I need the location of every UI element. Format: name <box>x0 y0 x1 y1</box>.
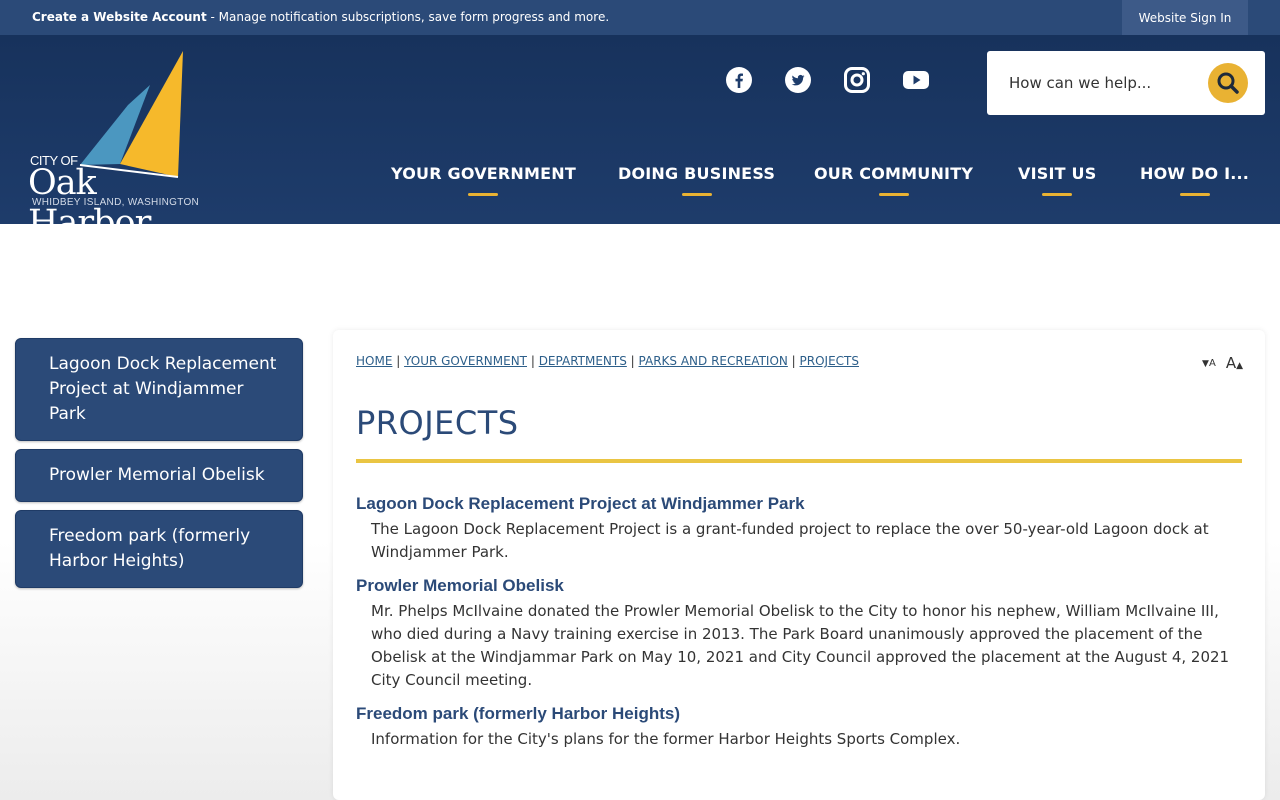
nav-our-community[interactable]: OUR COMMUNITY <box>814 164 974 196</box>
instagram-icon[interactable] <box>844 67 870 93</box>
nav-label: YOUR GOVERNMENT <box>391 164 576 183</box>
main-navigation: YOUR GOVERNMENT DOING BUSINESS OUR COMMU… <box>0 164 1280 204</box>
nav-underline <box>1042 193 1073 196</box>
main-content: HOME | YOUR GOVERNMENT | DEPARTMENTS | P… <box>333 330 1265 800</box>
side-navigation: Lagoon Dock Replacement Project at Windj… <box>15 338 303 596</box>
breadcrumb-projects[interactable]: PROJECTS <box>800 354 859 368</box>
nav-visit-us[interactable]: VISIT US <box>1018 164 1097 196</box>
increase-font-label: A <box>1225 354 1237 372</box>
font-size-controls: ▼A A▲ <box>1202 354 1243 372</box>
account-description: - Manage notification subscriptions, sav… <box>206 10 610 24</box>
breadcrumb-separator: | <box>787 354 800 368</box>
nav-doing-business[interactable]: DOING BUSINESS <box>618 164 776 196</box>
breadcrumb: HOME | YOUR GOVERNMENT | DEPARTMENTS | P… <box>356 354 859 368</box>
create-account-link[interactable]: Create a Website Account <box>32 10 207 24</box>
nav-underline <box>1179 193 1210 196</box>
sidebar-item-prowler-obelisk[interactable]: Prowler Memorial Obelisk <box>15 449 303 502</box>
account-message: Create a Website Account - Manage notifi… <box>32 10 609 24</box>
breadcrumb-departments[interactable]: DEPARTMENTS <box>539 354 627 368</box>
social-links <box>726 67 929 93</box>
project-list: Lagoon Dock Replacement Project at Windj… <box>356 494 1236 763</box>
project-title-link[interactable]: Prowler Memorial Obelisk <box>356 576 564 596</box>
site-header: CITY OF Oak Harbor WHIDBEY ISLAND, WASHI… <box>0 35 1280 243</box>
list-item: Lagoon Dock Replacement Project at Windj… <box>356 494 1236 564</box>
sidebar-item-freedom-park[interactable]: Freedom park (formerly Harbor Heights) <box>15 510 303 588</box>
facebook-icon[interactable] <box>726 67 752 93</box>
breadcrumb-parks-recreation[interactable]: PARKS AND RECREATION <box>639 354 788 368</box>
caret-down-icon: ▼ <box>1202 359 1209 369</box>
nav-label: VISIT US <box>1018 164 1097 183</box>
search-button[interactable] <box>1208 63 1248 103</box>
twitter-icon[interactable] <box>785 67 811 93</box>
caret-up-icon: ▲ <box>1236 361 1243 371</box>
search-input[interactable] <box>1007 73 1191 93</box>
project-title-link[interactable]: Freedom park (formerly Harbor Heights) <box>356 704 680 724</box>
decrease-font-label: A <box>1208 358 1216 369</box>
list-item: Prowler Memorial Obelisk Mr. Phelps McIl… <box>356 576 1236 692</box>
breadcrumb-home[interactable]: HOME <box>356 354 392 368</box>
nav-underline <box>681 193 712 196</box>
breadcrumb-separator: | <box>527 354 539 368</box>
breadcrumb-separator: | <box>626 354 639 368</box>
nav-label: DOING BUSINESS <box>618 164 776 183</box>
page-title: PROJECTS <box>356 404 519 442</box>
project-description: The Lagoon Dock Replacement Project is a… <box>371 520 1209 561</box>
sidebar-item-lagoon-dock[interactable]: Lagoon Dock Replacement Project at Windj… <box>15 338 303 441</box>
project-description: Information for the City's plans for the… <box>371 730 961 748</box>
search-icon <box>1217 72 1239 94</box>
title-divider <box>356 459 1242 463</box>
nav-label: OUR COMMUNITY <box>814 164 974 183</box>
decrease-font-button[interactable]: ▼A <box>1202 354 1216 372</box>
project-title-link[interactable]: Lagoon Dock Replacement Project at Windj… <box>356 494 805 514</box>
nav-underline <box>468 193 499 196</box>
breadcrumb-separator: | <box>392 354 405 368</box>
top-notice-bar: Create a Website Account - Manage notifi… <box>0 0 1280 35</box>
website-sign-in-button[interactable]: Website Sign In <box>1122 0 1248 35</box>
increase-font-button[interactable]: A▲ <box>1226 354 1243 372</box>
nav-your-government[interactable]: YOUR GOVERNMENT <box>391 164 576 196</box>
site-search <box>987 51 1265 115</box>
nav-label: HOW DO I... <box>1140 164 1250 183</box>
breadcrumb-your-government[interactable]: YOUR GOVERNMENT <box>404 354 527 368</box>
list-item: Freedom park (formerly Harbor Heights) I… <box>356 704 1236 751</box>
youtube-icon[interactable] <box>903 67 929 93</box>
nav-how-do-i[interactable]: HOW DO I... <box>1140 164 1250 196</box>
project-description: Mr. Phelps McIlvaine donated the Prowler… <box>371 602 1230 689</box>
nav-underline <box>878 193 909 196</box>
